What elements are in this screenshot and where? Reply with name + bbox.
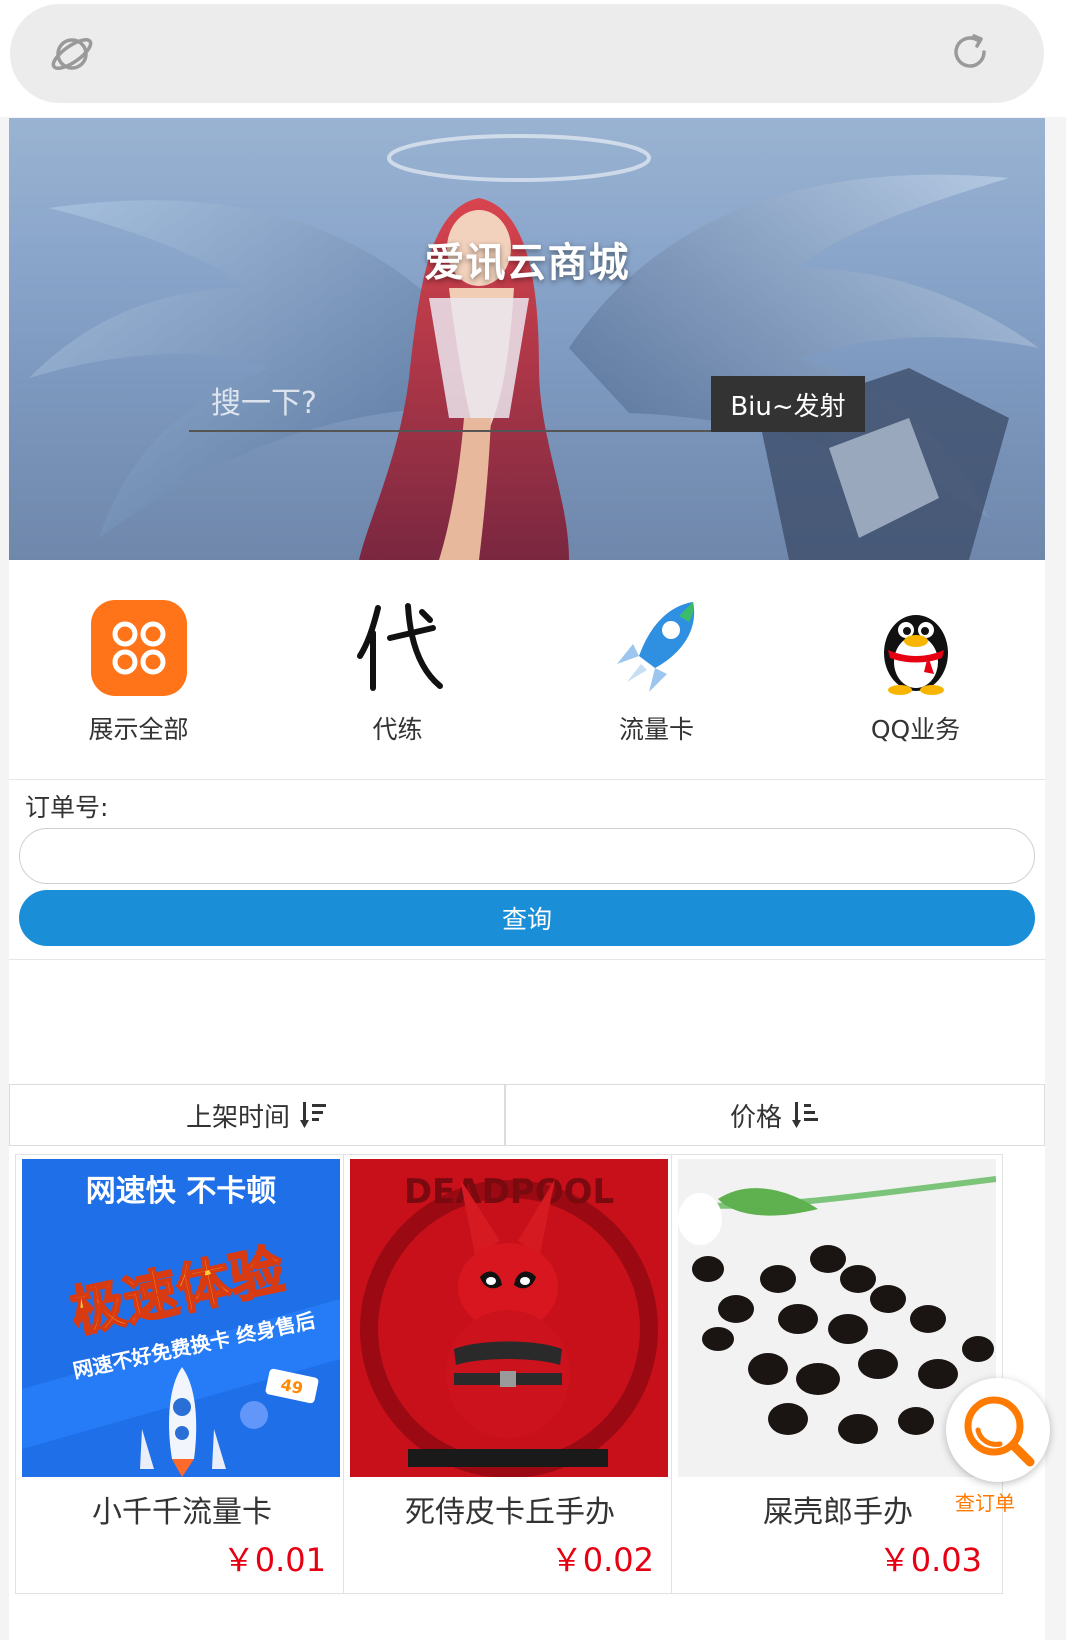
order-number-label: 订单号: [25, 793, 109, 822]
product-name: 小千千流量卡 [92, 1495, 272, 1530]
hero-banner: 爱讯云商城 Biu~发射 [9, 118, 1045, 560]
category-label: 流量卡 [618, 715, 694, 744]
deadpool-title: DEADPOOL [404, 1172, 614, 1212]
flow-card-headline: 网速快 不卡顿 [86, 1174, 276, 1209]
order-lookup-label[interactable]: 查订单 [955, 1487, 1015, 1516]
product-price: ￥0.02 [550, 1541, 654, 1579]
sort-ascending-icon [792, 1102, 818, 1128]
sort-descending-icon [300, 1102, 326, 1128]
product-price: ￥0.01 [222, 1541, 326, 1579]
product-price: ￥0.03 [878, 1541, 982, 1579]
rocket-5g-icon [617, 602, 695, 692]
category-label: QQ业务 [870, 715, 961, 744]
site-title: 爱讯云商城 [424, 240, 630, 286]
sort-by-price-tab[interactable]: 价格 [505, 1084, 1045, 1146]
reload-icon[interactable] [948, 30, 992, 74]
search-icon [964, 1396, 1035, 1467]
category-all[interactable]: 展示全部 [9, 560, 268, 780]
search-input[interactable] [189, 376, 719, 432]
order-lookup-form: 订单号: 查询 [9, 780, 1045, 960]
sort-bar: 上架时间 价格 [9, 1084, 1045, 1146]
browser-address-bar [0, 0, 1066, 117]
order-number-input[interactable] [19, 828, 1035, 884]
grid-icon [91, 600, 187, 696]
category-label: 代练 [372, 715, 423, 744]
product-name: 死侍皮卡丘手办 [405, 1495, 615, 1530]
penguin-icon [884, 615, 948, 695]
url-field[interactable] [10, 4, 1044, 103]
category-label: 展示全部 [88, 715, 189, 744]
order-lookup-fab[interactable] [946, 1378, 1050, 1482]
sort-by-time-tab[interactable]: 上架时间 [9, 1084, 505, 1146]
angel-illustration [29, 134, 1039, 560]
product-image: 网速快 不卡顿 极速体验 网速不好免费换卡 终身售后 49 [22, 1159, 340, 1477]
product-card[interactable]: 屎壳郎手办 ￥0.03 [671, 1154, 1003, 1594]
planet-icon [51, 38, 93, 70]
sort-by-price-label: 价格 [729, 1102, 782, 1133]
category-shortcuts: 展示全部 代练 流量卡 QQ业务 [9, 560, 1045, 780]
category-boosting[interactable]: 代练 [268, 560, 527, 780]
product-card[interactable]: DEADPOOL 死侍皮卡丘手办 ￥0.02 [343, 1154, 675, 1594]
product-image: DEADPOOL [350, 1159, 668, 1477]
search-button[interactable]: Biu~发射 [711, 376, 865, 432]
sort-by-time-label: 上架时间 [185, 1102, 290, 1133]
product-card[interactable]: 网速快 不卡顿 极速体验 网速不好免费换卡 终身售后 49 小千千流量卡 ￥0.… [15, 1154, 347, 1594]
category-data-card[interactable]: 流量卡 [527, 560, 786, 780]
query-button[interactable]: 查询 [19, 890, 1035, 946]
dai-character-icon [357, 603, 443, 691]
product-grid: 网速快 不卡顿 极速体验 网速不好免费换卡 终身售后 49 小千千流量卡 ￥0.… [9, 1154, 1045, 1594]
category-qq[interactable]: QQ业务 [786, 560, 1045, 780]
page-content: 爱讯云商城 Biu~发射 展示全部 [9, 118, 1045, 1640]
